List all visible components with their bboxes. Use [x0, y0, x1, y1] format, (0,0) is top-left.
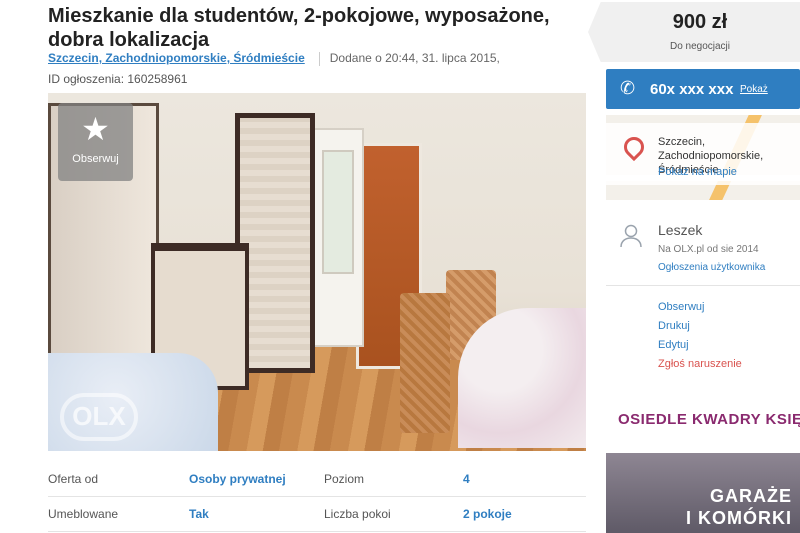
location-link[interactable]: Szczecin, Zachodniopomorskie, Śródmieści…: [48, 51, 305, 65]
show-on-map-link[interactable]: Pokaż na mapie: [658, 166, 737, 178]
param-label: Liczba pokoi: [324, 507, 391, 521]
map-city-line: Szczecin, Zachodniopomorskie,: [658, 136, 764, 162]
banner-text: GARAŻE I KOMÓRKI: [606, 485, 800, 529]
param-label: Oferta od: [48, 472, 99, 486]
params-table: Oferta od Osoby prywatnej Poziom 4 Umebl…: [48, 462, 586, 532]
params-row: Umeblowane Tak Liczba pokoi 2 pokoje: [48, 497, 586, 532]
meta-divider: [318, 51, 320, 66]
photo-table: [458, 308, 586, 448]
ad-banner[interactable]: OSIEDLE KWADRY KSIĘŻYCA GARAŻEI KOMÓRKI: [606, 393, 800, 533]
ad-id: ID ogłoszenia: 160258961: [48, 72, 188, 86]
param-value-link[interactable]: 4: [463, 472, 470, 486]
map-widget[interactable]: Szczecin, Zachodniopomorskie, Śródmieście…: [606, 115, 800, 200]
photo-door-glass: [322, 150, 354, 274]
param-label: Umeblowane: [48, 507, 119, 521]
user-avatar-icon: [620, 224, 642, 248]
negotiable-label: Do negocjacji: [669, 41, 731, 52]
listing-meta: Szczecin, Zachodniopomorskie, Śródmieści…: [48, 51, 500, 66]
observe-link[interactable]: Obserwuj: [658, 298, 742, 317]
photo-door: [310, 128, 364, 347]
phone-show-link[interactable]: Pokaż: [740, 84, 768, 95]
user-ads-link[interactable]: Ogłoszenia użytkownika: [658, 262, 765, 273]
star-icon: ★: [81, 111, 110, 147]
banner-line: GARAŻE: [710, 486, 792, 506]
report-link[interactable]: Zgłoś naruszenie: [658, 355, 742, 374]
photo-chair-front: [400, 293, 450, 433]
param-value-link[interactable]: Osoby prywatnej: [189, 472, 286, 486]
edit-link[interactable]: Edytuj: [658, 336, 742, 355]
action-links: Obserwuj Drukuj Edytuj Zgłoś naruszenie: [658, 298, 742, 374]
user-since: Na OLX.pl od sie 2014: [658, 244, 759, 255]
phone-icon: ✆: [620, 78, 636, 98]
olx-watermark: OLX: [60, 393, 138, 441]
banner-headline: OSIEDLE KWADRY KSIĘŻYCA: [618, 411, 800, 428]
phone-number: 60x xxx xxx: [650, 81, 734, 98]
params-row: Oferta od Osoby prywatnej Poziom 4: [48, 462, 586, 497]
user-name: Leszek: [658, 222, 703, 238]
sidebar-divider: [606, 285, 800, 286]
param-value-link[interactable]: Tak: [189, 507, 209, 521]
param-value-link[interactable]: 2 pokoje: [463, 507, 512, 521]
added-date: Dodane o 20:44, 31. lipca 2015,: [329, 51, 500, 65]
param-label: Poziom: [324, 472, 365, 486]
price: 900 zł: [672, 11, 728, 33]
observe-label: Obserwuj: [72, 153, 119, 165]
print-link[interactable]: Drukuj: [658, 317, 742, 336]
observe-button[interactable]: ★ Obserwuj: [58, 103, 133, 181]
listing-title: Mieszkanie dla studentów, 2-pokojowe, wy…: [48, 5, 550, 51]
banner-line: I KOMÓRKI: [686, 508, 792, 528]
show-phone-button[interactable]: ✆ 60x xxx xxx Pokaż: [606, 69, 800, 109]
